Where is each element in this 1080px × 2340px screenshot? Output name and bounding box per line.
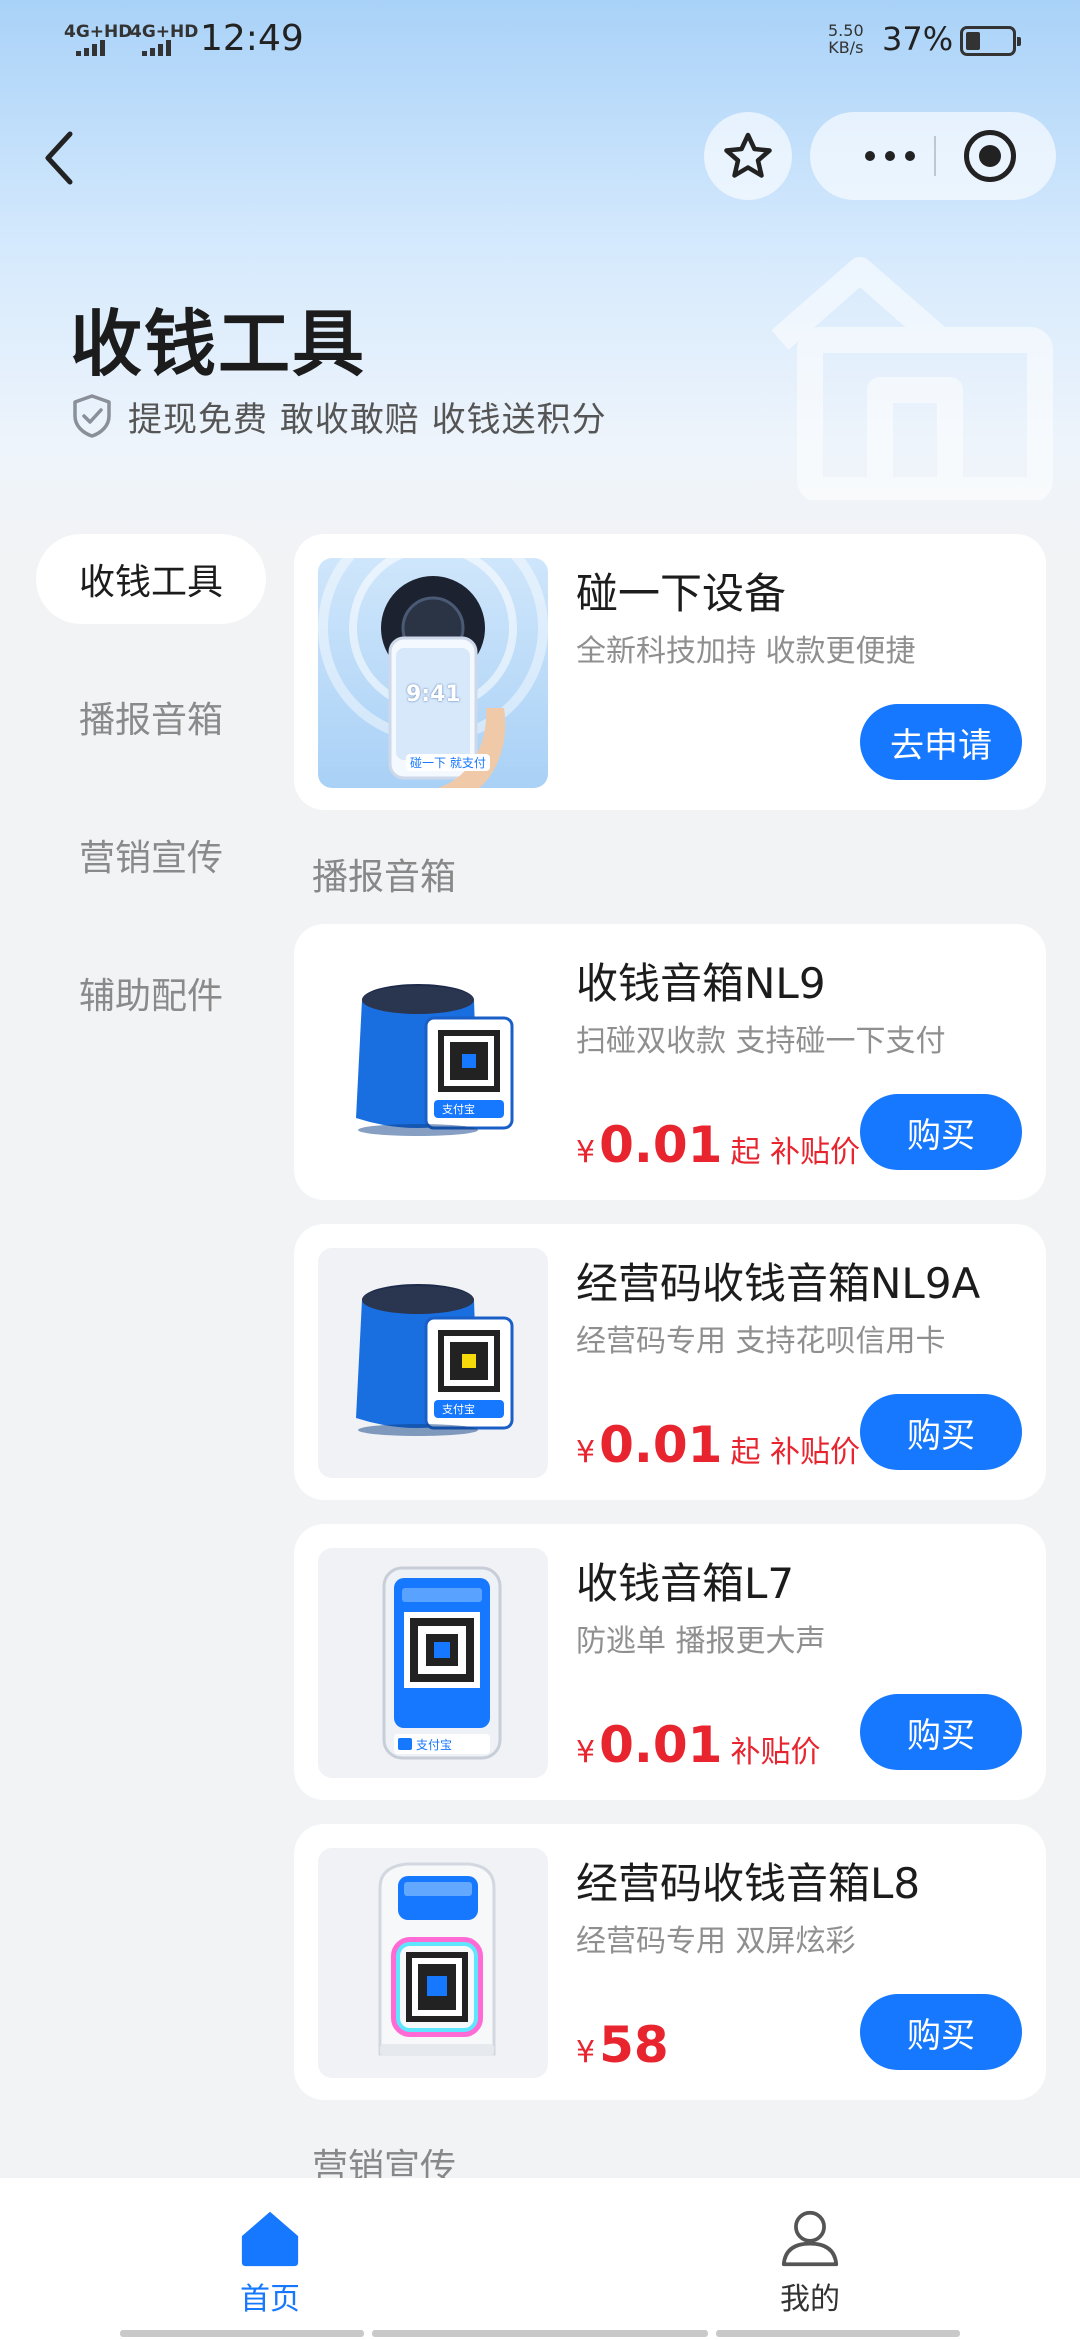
product-title: 经营码收钱音箱NL9A [576, 1259, 981, 1308]
product-card[interactable]: 支付宝 经营码收钱音箱NL9A 经营码专用 支持花呗信用卡 ¥ 0.01 起 补… [294, 1224, 1046, 1500]
apply-button[interactable]: 去申请 [860, 704, 1022, 780]
back-button[interactable] [30, 118, 90, 198]
gesture-bar [372, 2330, 708, 2337]
back-arrow-icon [45, 131, 73, 185]
shield-check-icon [73, 394, 111, 438]
hero-subtitle-row: 提现免费 敢收敢赔 收钱送积分 [70, 392, 607, 440]
network-speed: 5.50 KB/s [828, 22, 864, 56]
tab-mine-label: 我的 [780, 2282, 840, 2317]
signal-label-1: 4G+HD [64, 22, 133, 42]
bottom-tab-bar: 首页 我的 [0, 2178, 1080, 2340]
price-tag: 起 补贴价 [730, 1435, 861, 1470]
product-subtitle: 扫碰双收款 支持碰一下支付 [576, 1024, 946, 1059]
tap-device-image: 9:41 碰一下 就支付 [318, 558, 548, 788]
more-icon [865, 151, 915, 161]
gesture-bar [716, 2330, 960, 2337]
signal-bars-icon [142, 40, 171, 56]
buy-button[interactable]: 购买 [860, 1694, 1022, 1770]
product-card[interactable]: 支付宝 收钱音箱NL9 扫碰双收款 支持碰一下支付 ¥ 0.01 起 补贴价 购… [294, 924, 1046, 1200]
featured-subtitle: 全新科技加持 收款更便捷 [576, 634, 916, 669]
clock: 12:49 [200, 18, 304, 59]
section-title-speakers: 播报音箱 [312, 857, 457, 898]
speaker-nl9a-illustration [356, 1284, 514, 1436]
featured-card[interactable]: 9:41 碰一下 就支付 碰一下设备 全新科技加持 收款更便捷 去申请 [294, 534, 1046, 810]
favorite-button[interactable] [704, 112, 792, 200]
currency-symbol: ¥ [576, 1135, 596, 1170]
signal-label-2: 4G+HD [130, 22, 199, 42]
featured-title: 碰一下设备 [576, 569, 787, 618]
speaker-l8-illustration [378, 1862, 496, 2056]
close-target-icon[interactable] [964, 130, 1016, 182]
price-tag: 补贴价 [730, 1735, 821, 1770]
price-value: 58 [599, 2016, 669, 2074]
sidebar-item-marketing[interactable]: 营销宣传 [36, 810, 266, 900]
tab-home-label: 首页 [240, 2282, 300, 2317]
brand-label: 支付宝 [442, 1403, 475, 1416]
product-title: 收钱音箱L7 [576, 1559, 795, 1608]
currency-symbol: ¥ [576, 1435, 596, 1470]
currency-symbol: ¥ [576, 1735, 596, 1770]
product-title: 经营码收钱音箱L8 [576, 1859, 921, 1908]
store-deco-icon [771, 257, 1053, 500]
tab-home[interactable]: 首页 [170, 2208, 370, 2318]
product-subtitle: 经营码专用 支持花呗信用卡 [576, 1324, 946, 1359]
price-tag: 起 补贴价 [730, 1135, 861, 1170]
hero-subtitle: 提现免费 敢收敢赔 收钱送积分 [128, 399, 607, 440]
status-bar: 4G+HD 4G+HD 12:49 5.50 KB/s 37% [0, 0, 1080, 84]
battery-icon [960, 26, 1021, 56]
star-icon [724, 132, 772, 178]
battery-percent: 37% [882, 20, 954, 58]
brand-label: 支付宝 [416, 1738, 453, 1752]
speaker-nl9-illustration [356, 984, 514, 1136]
mini-program-capsule [810, 112, 1056, 200]
price-row: ¥ 0.01 起 补贴价 [576, 1416, 860, 1474]
sidebar-item-accessories[interactable]: 辅助配件 [36, 948, 266, 1038]
network-speed-unit: KB/s [828, 38, 864, 57]
sidebar-item-speakers[interactable]: 播报音箱 [36, 672, 266, 762]
gesture-bar [120, 2330, 364, 2337]
price-row: ¥ 0.01 补贴价 [576, 1716, 820, 1774]
product-image-nl9a: 支付宝 [318, 1248, 548, 1478]
product-subtitle: 防逃单 播报更大声 [576, 1624, 826, 1659]
product-card[interactable]: 经营码收钱音箱L8 经营码专用 双屏炫彩 ¥ 58 购买 [294, 1824, 1046, 2100]
phone-caption: 碰一下 就支付 [406, 754, 490, 771]
brand-label: 支付宝 [442, 1103, 475, 1116]
buy-button[interactable]: 购买 [860, 1994, 1022, 2070]
tab-mine[interactable]: 我的 [710, 2208, 910, 2318]
price-row: ¥ 58 [576, 2016, 677, 2074]
home-icon [241, 2211, 299, 2267]
category-sidebar: 收钱工具 播报音箱 营销宣传 辅助配件 [36, 534, 266, 1086]
product-card[interactable]: 支付宝 收钱音箱L7 防逃单 播报更大声 ¥ 0.01 补贴价 购买 [294, 1524, 1046, 1800]
user-icon [781, 2210, 839, 2267]
signal-bars-icon [76, 40, 105, 56]
page-title: 收钱工具 [70, 302, 367, 386]
price-value: 0.01 [599, 1716, 723, 1774]
price-value: 0.01 [599, 1416, 723, 1474]
price-value: 0.01 [599, 1116, 723, 1174]
buy-button[interactable]: 购买 [860, 1094, 1022, 1170]
network-speed-value: 5.50 [828, 21, 864, 40]
buy-button[interactable]: 购买 [860, 1394, 1022, 1470]
sidebar-item-tools[interactable]: 收钱工具 [36, 534, 266, 624]
capsule-divider [934, 136, 936, 176]
product-title: 收钱音箱NL9 [576, 959, 826, 1008]
more-button[interactable] [850, 142, 930, 170]
product-subtitle: 经营码专用 双屏炫彩 [576, 1924, 856, 1959]
phone-time: 9:41 [406, 682, 461, 707]
product-image-l7: 支付宝 [318, 1548, 548, 1778]
product-image-l8 [318, 1848, 548, 2078]
price-row: ¥ 0.01 起 补贴价 [576, 1116, 860, 1174]
currency-symbol: ¥ [576, 2035, 596, 2070]
product-image-nl9: 支付宝 [318, 948, 548, 1178]
